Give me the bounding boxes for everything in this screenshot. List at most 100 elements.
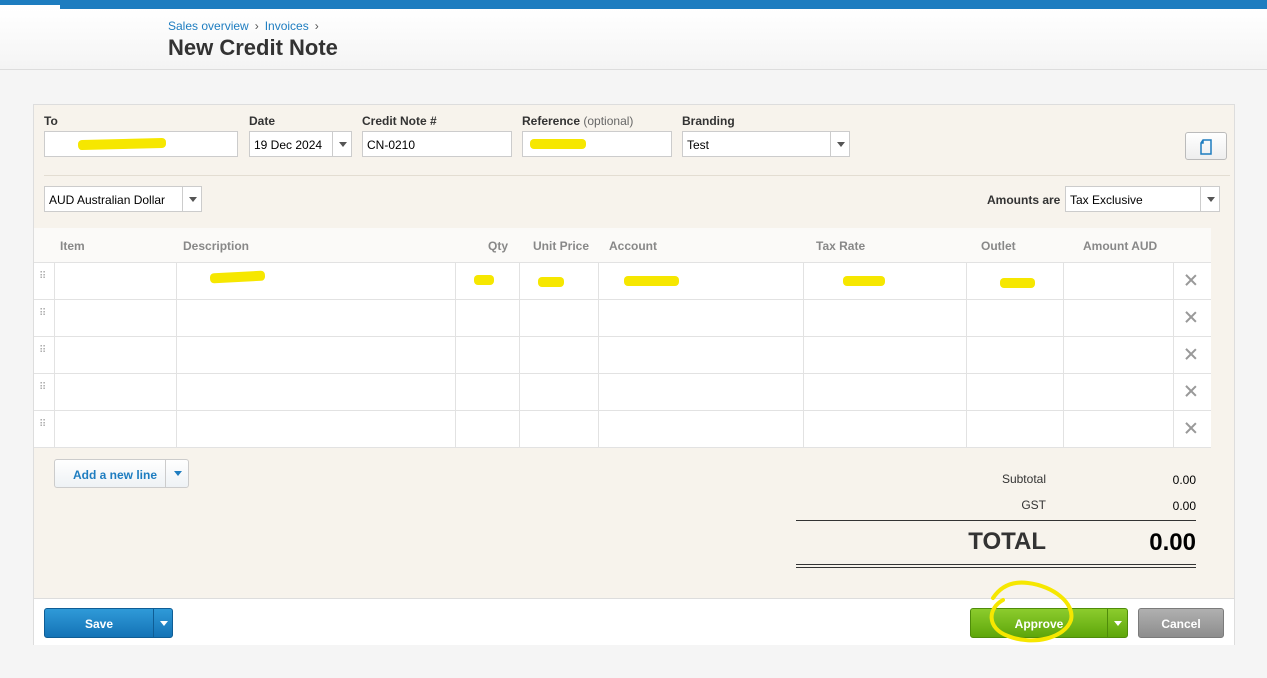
totals-double-line <box>796 567 1196 568</box>
qty-cell[interactable] <box>455 337 519 373</box>
breadcrumb-separator: › <box>314 19 319 33</box>
amounts-are-value: Tax Exclusive <box>1070 193 1143 207</box>
subtotal-value: 0.00 <box>1172 473 1196 487</box>
drag-handle-icon[interactable]: ⠿ <box>39 383 47 398</box>
description-cell[interactable] <box>176 300 455 336</box>
unit-price-cell[interactable] <box>519 411 598 447</box>
approve-button[interactable]: Approve <box>970 608 1128 638</box>
reference-label-text: Reference <box>522 114 581 128</box>
page-header: Sales overview › Invoices › New Credit Note <box>0 9 1267 70</box>
item-cell[interactable] <box>54 263 176 299</box>
qty-cell[interactable] <box>455 374 519 410</box>
delete-row-icon[interactable] <box>1184 273 1198 287</box>
table-row: ⠿ <box>34 263 1211 300</box>
drag-handle-icon[interactable]: ⠿ <box>39 272 47 287</box>
description-cell[interactable] <box>176 337 455 373</box>
document-preview-button[interactable] <box>1185 132 1227 160</box>
redaction-mark <box>1000 278 1035 288</box>
date-picker[interactable]: 19 Dec 2024 <box>249 131 352 157</box>
amount-cell[interactable] <box>1063 337 1173 373</box>
amounts-are-label: Amounts are <box>987 193 1061 207</box>
tax-rate-cell[interactable] <box>803 300 966 336</box>
chevron-down-icon[interactable] <box>153 609 173 637</box>
chevron-down-icon[interactable] <box>1200 187 1219 211</box>
table-header: Item Description Qty Unit Price Account … <box>34 228 1211 263</box>
redaction-mark <box>538 277 564 287</box>
qty-cell[interactable] <box>455 411 519 447</box>
item-cell[interactable] <box>54 300 176 336</box>
date-label: Date <box>249 114 276 128</box>
account-cell[interactable] <box>598 300 803 336</box>
item-cell[interactable] <box>54 337 176 373</box>
account-cell[interactable] <box>598 337 803 373</box>
outlet-cell[interactable] <box>966 337 1063 373</box>
breadcrumb: Sales overview › Invoices › <box>168 19 325 33</box>
page-title: New Credit Note <box>168 35 338 60</box>
account-cell[interactable] <box>598 374 803 410</box>
chevron-down-icon[interactable] <box>165 460 189 487</box>
amount-cell[interactable] <box>1063 263 1173 299</box>
reference-label: Reference (optional) <box>522 114 633 128</box>
cancel-button[interactable]: Cancel <box>1138 608 1224 638</box>
branding-value: Test <box>687 138 710 152</box>
date-dropdown-icon[interactable] <box>332 132 351 156</box>
column-header-unit-price: Unit Price <box>533 239 590 253</box>
currency-select[interactable]: AUD Australian Dollar <box>44 186 202 212</box>
save-button[interactable]: Save <box>44 608 173 638</box>
credit-note-form: To Date 19 Dec 2024 Credit Note # CN-021… <box>33 104 1235 645</box>
unit-price-cell[interactable] <box>519 300 598 336</box>
amount-cell[interactable] <box>1063 411 1173 447</box>
delete-row-icon[interactable] <box>1184 310 1198 324</box>
gst-label: GST <box>1021 498 1046 512</box>
outlet-cell[interactable] <box>966 374 1063 410</box>
credit-note-number-field[interactable]: CN-0210 <box>362 131 512 157</box>
description-cell[interactable] <box>176 374 455 410</box>
outlet-cell[interactable] <box>966 300 1063 336</box>
date-value: 19 Dec 2024 <box>254 138 323 152</box>
chevron-down-icon[interactable] <box>1107 609 1128 637</box>
breadcrumb-sales-overview[interactable]: Sales overview <box>168 19 249 33</box>
to-label: To <box>44 114 58 128</box>
unit-price-cell[interactable] <box>519 374 598 410</box>
redaction-mark <box>530 139 586 149</box>
tax-rate-cell[interactable] <box>803 411 966 447</box>
delete-row-icon[interactable] <box>1184 347 1198 361</box>
table-row: ⠿ <box>34 374 1211 411</box>
chevron-down-icon[interactable] <box>182 187 201 211</box>
description-cell[interactable] <box>176 411 455 447</box>
amounts-are-select[interactable]: Tax Exclusive <box>1065 186 1220 212</box>
item-cell[interactable] <box>54 374 176 410</box>
amount-cell[interactable] <box>1063 374 1173 410</box>
outlet-cell[interactable] <box>966 411 1063 447</box>
tax-rate-cell[interactable] <box>803 374 966 410</box>
amount-cell[interactable] <box>1063 300 1173 336</box>
table-row: ⠿ <box>34 337 1211 374</box>
branding-select[interactable]: Test <box>682 131 850 157</box>
redaction-mark <box>843 276 885 286</box>
breadcrumb-invoices[interactable]: Invoices <box>265 19 309 33</box>
drag-handle-icon[interactable]: ⠿ <box>39 309 47 324</box>
cancel-button-label: Cancel <box>1161 617 1201 631</box>
totals-divider <box>796 520 1196 521</box>
column-header-item: Item <box>60 239 85 253</box>
table-row: ⠿ <box>34 411 1211 448</box>
account-cell[interactable] <box>598 411 803 447</box>
column-header-tax-rate: Tax Rate <box>816 239 866 253</box>
item-cell[interactable] <box>54 411 176 447</box>
column-header-description: Description <box>183 239 250 253</box>
drag-handle-icon[interactable]: ⠿ <box>39 420 47 435</box>
column-header-amount: Amount AUD <box>1083 239 1158 253</box>
delete-row-icon[interactable] <box>1184 384 1198 398</box>
tax-rate-cell[interactable] <box>803 337 966 373</box>
delete-row-icon[interactable] <box>1184 421 1198 435</box>
total-value: 0.00 <box>1149 529 1196 556</box>
drag-handle-icon[interactable]: ⠿ <box>39 346 47 361</box>
unit-price-cell[interactable] <box>519 337 598 373</box>
qty-cell[interactable] <box>455 300 519 336</box>
add-new-line-button[interactable]: Add a new line <box>54 459 189 488</box>
redaction-mark <box>474 275 494 285</box>
branding-label: Branding <box>682 114 735 128</box>
chevron-down-icon[interactable] <box>830 132 849 156</box>
redaction-mark <box>624 276 679 286</box>
add-new-line-label: Add a new line <box>73 468 158 482</box>
